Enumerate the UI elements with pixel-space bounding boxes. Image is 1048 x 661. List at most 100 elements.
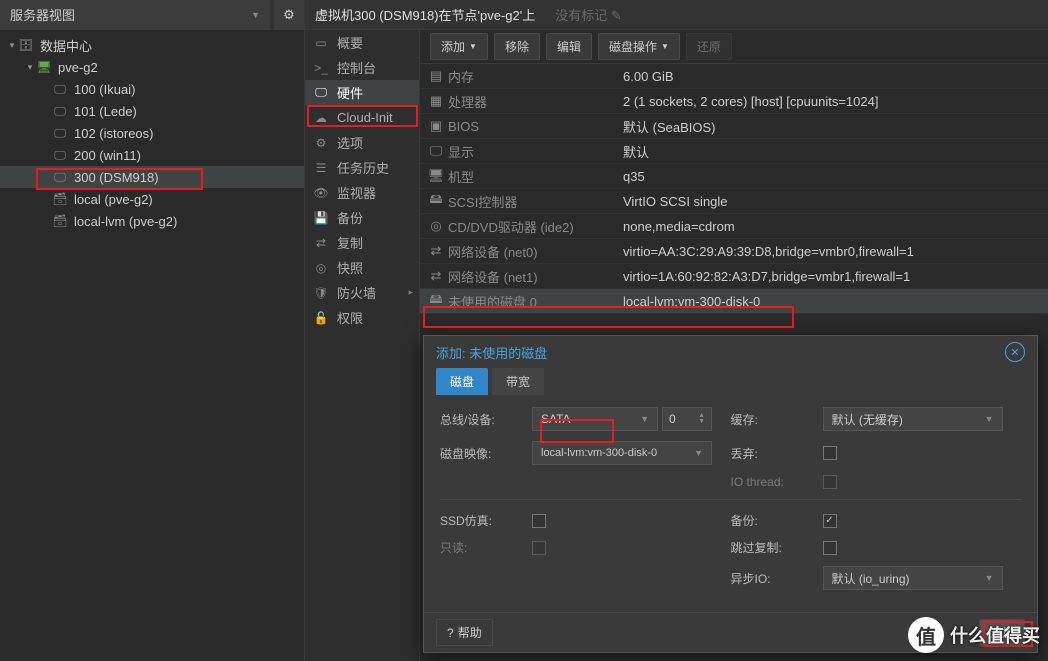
tree-vm-101[interactable]: 🖵 101 (Lede) bbox=[0, 100, 304, 122]
lock-icon: 🔓 bbox=[313, 311, 329, 325]
revert-button[interactable]: 还原 bbox=[686, 33, 732, 60]
hw-net1[interactable]: ⇄网络设备 (net1)virtio=1A:60:92:82:A3:D7,bri… bbox=[420, 264, 1048, 289]
hw-cdrom[interactable]: ◎CD/DVD驱动器 (ide2)none,media=cdrom bbox=[420, 214, 1048, 239]
tree-vm-100[interactable]: 🖵 100 (Ikuai) bbox=[0, 78, 304, 100]
vm-icon: 🖵 bbox=[52, 147, 68, 163]
view-selector[interactable]: 服务器视图 ▼ bbox=[0, 0, 270, 29]
hw-label: 机型 bbox=[448, 167, 623, 186]
cache-select[interactable]: 默认 (无缓存)▼ bbox=[823, 407, 1003, 431]
chevron-down-icon: ▼ bbox=[661, 42, 669, 51]
settings-button[interactable]: ⚙ bbox=[274, 0, 304, 30]
submenu-backup[interactable]: 💾备份 bbox=[305, 205, 419, 230]
collapse-icon: ▾ bbox=[6, 39, 18, 51]
tree-vm-200[interactable]: 🖵 200 (win11) bbox=[0, 144, 304, 166]
tab-label: 磁盘 bbox=[450, 375, 474, 389]
submenu-label: 概要 bbox=[337, 33, 363, 52]
dialog-titlebar[interactable]: 添加: 未使用的磁盘 ✕ bbox=[424, 336, 1037, 368]
submenu-label: 硬件 bbox=[337, 83, 363, 102]
btn-label: 移除 bbox=[505, 38, 529, 55]
btn-label: 编辑 bbox=[557, 38, 581, 55]
tree-label: local-lvm (pve-g2) bbox=[74, 214, 177, 229]
submenu-hardware[interactable]: 🖵硬件 bbox=[305, 80, 419, 105]
edit-button[interactable]: 编辑 bbox=[546, 33, 592, 60]
tree-storage-local-lvm[interactable]: 🗃 local-lvm (pve-g2) bbox=[0, 210, 304, 232]
submenu-summary[interactable]: ▭概要 bbox=[305, 30, 419, 55]
hw-unused-disk[interactable]: 🖴未使用的磁盘 0local-lvm:vm-300-disk-0 bbox=[420, 289, 1048, 314]
submenu-firewall[interactable]: 🛡防火墙▸ bbox=[305, 280, 419, 305]
submenu-monitor[interactable]: 👁监视器 bbox=[305, 180, 419, 205]
hw-scsi[interactable]: 🖴SCSI控制器VirtIO SCSI single bbox=[420, 189, 1048, 214]
chevron-down-icon: ▼ bbox=[694, 448, 703, 458]
submenu-label: 防火墙 bbox=[337, 283, 376, 302]
cache-value: 默认 (无缓存) bbox=[832, 411, 903, 428]
hw-cpu[interactable]: ▦处理器2 (1 sockets, 2 cores) [host] [cpuun… bbox=[420, 89, 1048, 114]
memory-icon: ▤ bbox=[424, 68, 448, 84]
asyncio-select[interactable]: 默认 (io_uring)▼ bbox=[823, 566, 1003, 590]
ssd-label: SSD仿真: bbox=[440, 512, 532, 529]
close-button[interactable]: ✕ bbox=[1005, 342, 1025, 362]
vm-icon: 🖵 bbox=[52, 103, 68, 119]
submenu-replication[interactable]: ⇄复制 bbox=[305, 230, 419, 255]
hw-label: 内存 bbox=[448, 67, 623, 86]
image-select[interactable]: local-lvm:vm-300-disk-0▼ bbox=[532, 441, 712, 465]
hw-label: 未使用的磁盘 0 bbox=[448, 292, 623, 311]
no-tags-label: 没有标记 bbox=[555, 8, 607, 23]
tree-label: pve-g2 bbox=[58, 60, 98, 75]
submenu-label: 复制 bbox=[337, 233, 363, 252]
btn-label: 添加 bbox=[441, 38, 465, 55]
submenu-label: Cloud-Init bbox=[337, 110, 393, 125]
tree-node[interactable]: ▾ 🖥 pve-g2 bbox=[0, 56, 304, 78]
submenu-console[interactable]: >_ 控制台 bbox=[305, 55, 419, 80]
terminal-icon: >_ bbox=[313, 61, 329, 75]
iothread-checkbox bbox=[823, 475, 837, 489]
submenu-options[interactable]: ⚙选项 bbox=[305, 130, 419, 155]
tree-storage-local[interactable]: 🗃 local (pve-g2) bbox=[0, 188, 304, 210]
watermark: 值 什么值得买 bbox=[908, 617, 1040, 653]
submenu-permissions[interactable]: 🔓权限 bbox=[305, 305, 419, 330]
remove-button[interactable]: 移除 bbox=[494, 33, 540, 60]
help-button[interactable]: ?帮助 bbox=[436, 619, 493, 646]
tree-datacenter[interactable]: ▾ 🗄 数据中心 bbox=[0, 34, 304, 56]
hw-label: 网络设备 (net0) bbox=[448, 242, 623, 261]
storage-icon: 🗃 bbox=[52, 213, 68, 229]
discard-checkbox[interactable] bbox=[823, 446, 837, 460]
hardware-toolbar: 添加▼ 移除 编辑 磁盘操作▼ 还原 bbox=[420, 30, 1048, 64]
storage-icon: 🗃 bbox=[52, 191, 68, 207]
vm-icon: 🖵 bbox=[52, 169, 68, 185]
sidebar-header: 服务器视图 ▼ ⚙ bbox=[0, 0, 304, 30]
tags-area[interactable]: 没有标记 ✎ bbox=[555, 5, 622, 24]
gear-icon: ⚙ bbox=[283, 7, 295, 23]
close-icon: ✕ bbox=[1010, 346, 1019, 359]
disk-action-button[interactable]: 磁盘操作▼ bbox=[598, 33, 680, 60]
hdd-icon: 🖴 bbox=[424, 290, 448, 312]
chip-icon: ▣ bbox=[424, 118, 448, 134]
tab-bandwidth[interactable]: 带宽 bbox=[492, 368, 544, 395]
submenu-tasks[interactable]: ☰任务历史 bbox=[305, 155, 419, 180]
hw-machine[interactable]: 🖥机型q35 bbox=[420, 164, 1048, 189]
hw-value: virtio=AA:3C:29:A9:39:D8,bridge=vmbr0,fi… bbox=[623, 244, 1048, 259]
hw-bios[interactable]: ▣BIOS默认 (SeaBIOS) bbox=[420, 114, 1048, 139]
tree-label: 102 (istoreos) bbox=[74, 126, 153, 141]
chevron-down-icon: ▼ bbox=[985, 573, 994, 583]
tab-disk[interactable]: 磁盘 bbox=[436, 368, 488, 395]
ssd-checkbox[interactable] bbox=[532, 514, 546, 528]
skiprepl-checkbox[interactable] bbox=[823, 541, 837, 555]
hw-value: 6.00 GiB bbox=[623, 69, 1048, 84]
device-number-spinner[interactable]: 0▲▼ bbox=[662, 407, 712, 431]
tree-vm-300[interactable]: 🖵 300 (DSM918) bbox=[0, 166, 304, 188]
add-button[interactable]: 添加▼ bbox=[430, 33, 488, 60]
submenu-label: 控制台 bbox=[337, 58, 376, 77]
cache-label: 缓存: bbox=[731, 411, 823, 428]
tree-vm-102[interactable]: 🖵 102 (istoreos) bbox=[0, 122, 304, 144]
backup-checkbox[interactable]: ✓ bbox=[823, 514, 837, 528]
hw-display[interactable]: 🖵显示默认 bbox=[420, 139, 1048, 164]
bus-select[interactable]: SATA▼ bbox=[532, 407, 658, 431]
submenu-cloudinit[interactable]: ☁Cloud-Init bbox=[305, 105, 419, 130]
submenu-label: 任务历史 bbox=[337, 158, 389, 177]
hw-value: none,media=cdrom bbox=[623, 219, 1048, 234]
hw-net0[interactable]: ⇄网络设备 (net0)virtio=AA:3C:29:A9:39:D8,bri… bbox=[420, 239, 1048, 264]
spinner-arrows-icon: ▲▼ bbox=[698, 413, 705, 425]
hw-memory[interactable]: ▤内存6.00 GiB bbox=[420, 64, 1048, 89]
cpu-icon: ▦ bbox=[424, 93, 448, 109]
submenu-snapshot[interactable]: ◎快照 bbox=[305, 255, 419, 280]
